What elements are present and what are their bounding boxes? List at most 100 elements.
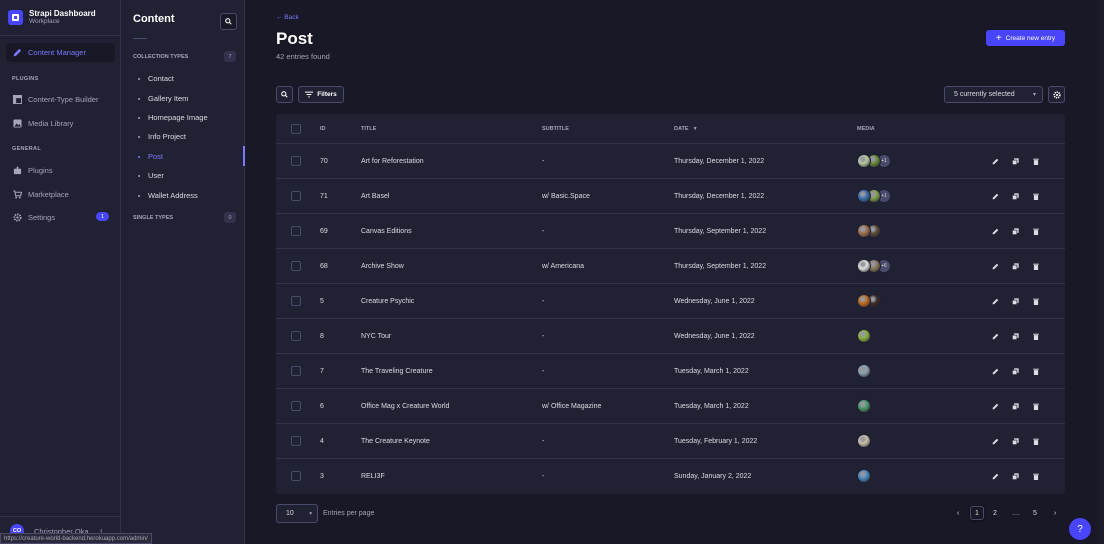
prev-page-button[interactable]: ‹ <box>951 506 965 520</box>
filters-button[interactable]: Filters <box>298 86 344 103</box>
page-1-button[interactable]: 1 <box>970 506 984 520</box>
edit-button[interactable] <box>991 367 1000 376</box>
table-row[interactable]: 69 Canvas Editions - Thursday, September 1,… <box>276 214 1065 249</box>
subnav-item-wallet-address[interactable]: Wallet Address <box>138 191 198 200</box>
cell-date: Thursday, September 1, 2022 <box>674 228 767 235</box>
cell-title: Archive Show <box>361 263 404 270</box>
help-button[interactable]: ? <box>1069 518 1091 540</box>
delete-button[interactable] <box>1031 297 1040 306</box>
next-page-button[interactable]: › <box>1048 506 1062 520</box>
nav-item-content-type-builder[interactable]: Content-Type Builder <box>13 95 98 104</box>
table-row[interactable]: 4 The Creature Keynote - Tuesday, February … <box>276 424 1065 459</box>
cell-date: Thursday, December 1, 2022 <box>674 193 765 200</box>
edit-button[interactable] <box>991 402 1000 411</box>
edit-button[interactable] <box>991 157 1000 166</box>
header-id[interactable]: ID <box>320 126 326 132</box>
duplicate-button[interactable] <box>1011 472 1020 481</box>
row-actions <box>991 332 1051 341</box>
cell-date: Wednesday, June 1, 2022 <box>674 298 755 305</box>
create-entry-button[interactable]: + Create new entry <box>986 30 1065 46</box>
row-checkbox[interactable] <box>291 471 301 481</box>
duplicate-button[interactable] <box>1011 402 1020 411</box>
delete-button[interactable] <box>1031 227 1040 236</box>
pencil-icon <box>992 333 999 340</box>
content-subnav: Content COLLECTION TYPES 7 Contact Galle… <box>121 0 245 544</box>
delete-button[interactable] <box>1031 402 1040 411</box>
table-row[interactable]: 8 NYC Tour - Wednesday, June 1, 2022 <box>276 319 1065 354</box>
header-date[interactable]: DATE ▼ <box>674 126 698 132</box>
row-checkbox[interactable] <box>291 331 301 341</box>
edit-button[interactable] <box>991 262 1000 271</box>
header-title[interactable]: TITLE <box>361 126 376 132</box>
pencil-icon <box>992 473 999 480</box>
gear-icon <box>13 213 22 222</box>
subnav-item-info-project[interactable]: Info Project <box>138 132 186 141</box>
table-row[interactable]: 71 Art Basel w/ Basic.Space Thursday, Decem… <box>276 179 1065 214</box>
table-row[interactable]: 68 Archive Show w/ Americana Thursday, Sept… <box>276 249 1065 284</box>
brand[interactable]: Strapi Dashboard Workplace <box>8 9 96 26</box>
row-checkbox[interactable] <box>291 191 301 201</box>
edit-button[interactable] <box>991 297 1000 306</box>
media-thumbnails <box>857 294 881 308</box>
page-5-button[interactable]: 5 <box>1028 506 1042 520</box>
nav-item-settings[interactable]: Settings <box>13 213 55 222</box>
edit-button[interactable] <box>991 437 1000 446</box>
nav-item-media-library[interactable]: Media Library <box>13 119 73 128</box>
duplicate-icon <box>1012 473 1019 480</box>
delete-button[interactable] <box>1031 367 1040 376</box>
delete-button[interactable] <box>1031 192 1040 201</box>
table-row[interactable]: 5 Creature Psychic - Wednesday, June 1, 202… <box>276 284 1065 319</box>
duplicate-button[interactable] <box>1011 157 1020 166</box>
edit-button[interactable] <box>991 227 1000 236</box>
general-heading: GENERAL <box>12 146 41 152</box>
subnav-item-gallery-item[interactable]: Gallery Item <box>138 94 188 103</box>
row-checkbox[interactable] <box>291 261 301 271</box>
row-checkbox[interactable] <box>291 436 301 446</box>
duplicate-button[interactable] <box>1011 332 1020 341</box>
subnav-search-button[interactable] <box>220 13 237 30</box>
delete-button[interactable] <box>1031 262 1040 271</box>
table-row[interactable]: 70 Art for Reforestation - Thursday, Decemb… <box>276 144 1065 179</box>
columns-select[interactable]: 5 currently selected ▾ <box>944 86 1043 103</box>
row-checkbox[interactable] <box>291 366 301 376</box>
duplicate-button[interactable] <box>1011 367 1020 376</box>
page-2-button[interactable]: 2 <box>988 506 1002 520</box>
duplicate-button[interactable] <box>1011 192 1020 201</box>
subnav-item-user[interactable]: User <box>138 171 164 180</box>
duplicate-button[interactable] <box>1011 262 1020 271</box>
delete-button[interactable] <box>1031 437 1040 446</box>
table-row[interactable]: 6 Office Mag x Creature World w/ Office Ma… <box>276 389 1065 424</box>
table-row[interactable]: 7 The Traveling Creature - Tuesday, March 1… <box>276 354 1065 389</box>
duplicate-button[interactable] <box>1011 297 1020 306</box>
back-link[interactable]: ← Back <box>276 14 299 21</box>
subnav-item-contact[interactable]: Contact <box>138 74 174 83</box>
search-button[interactable] <box>276 86 293 103</box>
subnav-item-post[interactable]: Post <box>138 152 163 161</box>
duplicate-button[interactable] <box>1011 227 1020 236</box>
nav-item-plugins[interactable]: Plugins <box>13 166 53 175</box>
cell-id: 3 <box>320 473 324 480</box>
nav-item-marketplace[interactable]: Marketplace <box>13 190 69 199</box>
list-settings-button[interactable] <box>1048 86 1065 103</box>
edit-button[interactable] <box>991 472 1000 481</box>
delete-button[interactable] <box>1031 157 1040 166</box>
duplicate-button[interactable] <box>1011 437 1020 446</box>
collection-types-count: 7 <box>224 51 236 62</box>
subnav-item-homepage-image[interactable]: Homepage Image <box>138 113 208 122</box>
delete-button[interactable] <box>1031 332 1040 341</box>
filter-icon <box>305 91 314 98</box>
row-checkbox[interactable] <box>291 296 301 306</box>
per-page-select[interactable]: 10 ▾ <box>276 504 318 523</box>
select-all-checkbox[interactable] <box>291 124 301 134</box>
row-checkbox[interactable] <box>291 226 301 236</box>
row-checkbox[interactable] <box>291 156 301 166</box>
header-subtitle[interactable]: SUBTITLE <box>542 126 569 132</box>
page-scrollbar[interactable] <box>1097 0 1104 544</box>
table-row[interactable]: 3 RELI3F - Sunday, January 2, 2022 <box>276 459 1065 494</box>
delete-button[interactable] <box>1031 472 1040 481</box>
sort-desc-icon: ▼ <box>692 126 698 132</box>
nav-item-content-manager[interactable]: Content Manager <box>6 43 115 62</box>
row-checkbox[interactable] <box>291 401 301 411</box>
edit-button[interactable] <box>991 332 1000 341</box>
edit-button[interactable] <box>991 192 1000 201</box>
